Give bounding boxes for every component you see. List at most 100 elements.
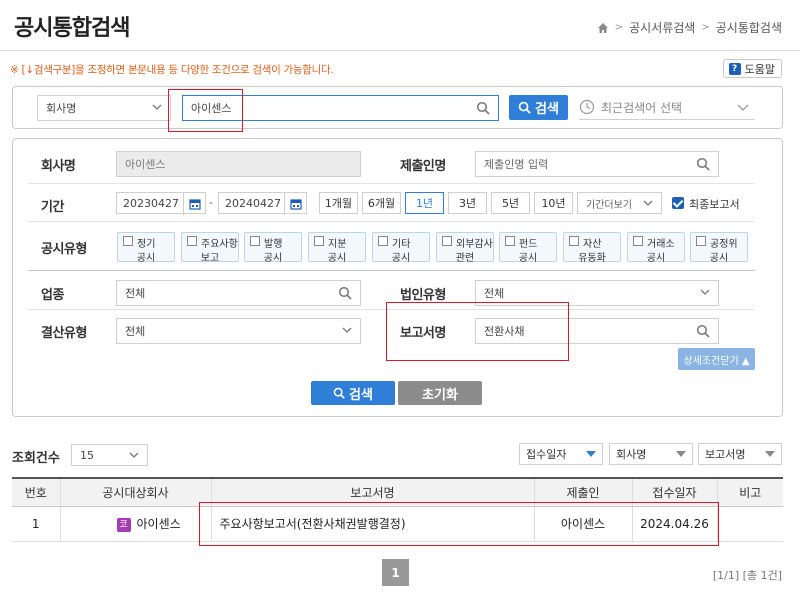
chip-label-line2: 공시	[646, 253, 666, 264]
detail-search-button[interactable]: 검색	[311, 381, 395, 405]
detail-search-panel	[12, 138, 783, 417]
sort-company-select[interactable]: 회사명	[609, 443, 693, 465]
checkbox-icon[interactable]	[505, 236, 515, 246]
chevron-down-icon	[737, 104, 749, 111]
help-button[interactable]: ? 도움말	[722, 59, 782, 78]
date-to-input[interactable]: 20240427	[218, 192, 307, 215]
page-button[interactable]: 1	[382, 559, 409, 586]
period-1month-button[interactable]: 1개월	[319, 192, 358, 214]
checkbox-icon[interactable]	[569, 236, 579, 246]
checkbox-icon[interactable]	[314, 236, 324, 246]
chip-label-line1: 펀드	[519, 239, 538, 250]
period-1year-button[interactable]: 1년	[405, 192, 444, 214]
period-more-select[interactable]: 기간더보기	[577, 192, 662, 214]
sort-report-select[interactable]: 보고서명	[698, 443, 782, 465]
date-from-input[interactable]: 20230427	[116, 192, 206, 215]
chevron-down-icon	[643, 200, 653, 206]
disclosure-type-label: 공시유형	[41, 242, 87, 257]
period-10year-button[interactable]: 10년	[534, 192, 573, 214]
quick-search-button[interactable]: 검색	[509, 95, 568, 120]
detail-search-label: 검색	[349, 387, 373, 403]
report-name-input[interactable]: 전환사채	[475, 318, 719, 344]
settlement-label: 결산유형	[41, 326, 87, 341]
chevron-right-icon: >	[701, 22, 710, 33]
results-table: 번호 공시대상회사 보고서명 제출인 접수일자 비고 1 코 아이센스 주요사항보…	[12, 477, 783, 542]
settlement-value: 전체	[125, 325, 146, 338]
chip-label-line2: 유동화	[578, 253, 606, 264]
chip-label-line1: 발행	[264, 239, 283, 250]
checkbox-icon[interactable]	[187, 236, 197, 246]
period-5year-button[interactable]: 5년	[491, 192, 530, 214]
submitter-input[interactable]: 제출인명 입력	[475, 151, 719, 177]
final-report-checkbox[interactable]	[672, 197, 684, 209]
period-6month-button[interactable]: 6개월	[362, 192, 401, 214]
divider	[28, 270, 755, 271]
report-link[interactable]: 주요사항보고서(전환사채권발행결정)	[210, 506, 534, 542]
corp-type-value: 전체	[484, 287, 505, 300]
disclosure-type-chip[interactable]: 공정위공시	[690, 232, 748, 264]
checkbox-icon[interactable]	[123, 236, 133, 246]
disclosure-type-chip[interactable]: 외부감사 관련	[436, 232, 494, 264]
recent-search-select[interactable]: 최근검색어 선택	[579, 96, 755, 120]
chip-label-line2: 공시	[391, 253, 411, 264]
column-header: 비고	[716, 477, 783, 507]
divider	[28, 309, 755, 310]
company-cell: 코 아이센스	[59, 506, 211, 542]
disclosure-type-chip[interactable]: 발행 공시	[244, 232, 302, 264]
chip-label-line1: 기타	[392, 239, 411, 250]
disclosure-type-chip[interactable]: 주요사항 보고	[181, 232, 239, 264]
disclosure-type-chip[interactable]: 기타공시	[372, 232, 430, 264]
recent-search-placeholder: 최근검색어 선택	[601, 101, 683, 115]
checkbox-icon[interactable]	[696, 236, 706, 246]
column-header: 번호	[12, 477, 60, 507]
sort-icon	[765, 451, 775, 457]
settlement-select[interactable]: 전체	[116, 318, 361, 344]
search-icon[interactable]	[338, 286, 352, 300]
corp-type-select[interactable]: 전체	[475, 280, 719, 306]
disclosure-type-chip[interactable]: 지분 공시	[308, 232, 366, 264]
clock-icon	[579, 99, 595, 115]
page-info: [1/1] [총 1건]	[712, 569, 782, 582]
chip-label-line2: 공시	[709, 253, 729, 264]
period-more-label: 기간더보기	[586, 199, 632, 211]
chevron-down-icon	[152, 104, 162, 110]
disclosure-type-chip[interactable]: 거래소 공시	[627, 232, 685, 264]
breadcrumb-item[interactable]: 공시서류검색	[629, 19, 695, 36]
chip-label-line1: 공정위	[710, 239, 738, 250]
disclosure-type-chip[interactable]: 자산 유동화	[563, 232, 621, 264]
industry-input[interactable]: 전체	[116, 280, 361, 306]
company-link[interactable]: 아이센스	[137, 517, 181, 531]
sort-date-select[interactable]: 접수일자	[519, 443, 603, 465]
page-title: 공시통합검색	[14, 16, 130, 41]
checkbox-icon[interactable]	[633, 236, 643, 246]
company-field: 아이센스	[116, 151, 361, 177]
checkbox-icon[interactable]	[378, 236, 388, 246]
search-icon[interactable]	[696, 157, 710, 171]
disclosure-type-chip[interactable]: 펀드 공시	[499, 232, 557, 264]
breadcrumb-item[interactable]: 공시통합검색	[716, 19, 782, 36]
note-cell	[716, 506, 783, 542]
page-size-select[interactable]: 15	[71, 444, 148, 466]
company-value: 아이센스	[125, 158, 166, 171]
reset-button[interactable]: 초기화	[398, 381, 482, 405]
notice-text: ※ [↓검색구분]을 조정하면 본문내용 등 다양한 조건으로 검색이 가능합니…	[10, 64, 334, 76]
calendar-icon[interactable]	[284, 193, 306, 215]
home-icon[interactable]	[597, 22, 609, 34]
checkbox-icon[interactable]	[250, 236, 260, 246]
disclosure-type-chip[interactable]: 정기 공시	[117, 232, 175, 264]
search-icon[interactable]	[696, 324, 710, 338]
quick-search-label: 검색	[535, 102, 559, 117]
company-label: 회사명	[41, 159, 76, 174]
divider	[28, 183, 755, 184]
search-category-select[interactable]: 회사명	[37, 95, 171, 121]
search-icon[interactable]	[476, 101, 490, 115]
divider	[28, 221, 755, 222]
period-3year-button[interactable]: 3년	[448, 192, 487, 214]
calendar-icon[interactable]	[183, 193, 205, 215]
sort-desc-icon	[586, 451, 596, 457]
collapse-detail-button[interactable]: 상세조건닫기 ▲	[678, 348, 755, 370]
industry-value: 전체	[125, 287, 146, 300]
chip-label-line2: 공시	[136, 253, 156, 264]
search-input[interactable]: 아이센스	[182, 95, 499, 121]
checkbox-icon[interactable]	[442, 236, 452, 246]
